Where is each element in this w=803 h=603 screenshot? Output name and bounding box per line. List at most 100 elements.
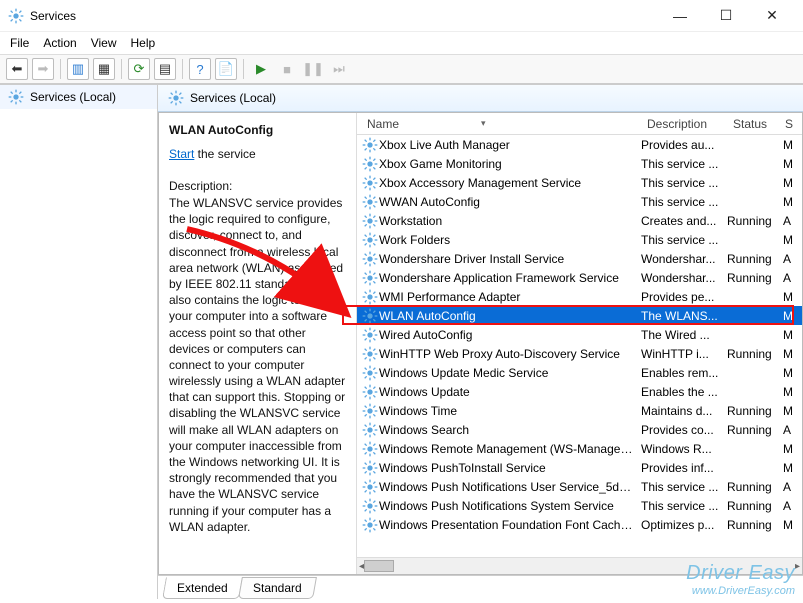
table-row[interactable]: Windows Push Notifications System Servic…	[357, 496, 802, 515]
menu-file[interactable]: File	[10, 36, 29, 50]
table-row[interactable]: Windows Presentation Foundation Font Cac…	[357, 515, 802, 534]
table-row[interactable]: Work FoldersThis service ...M	[357, 230, 802, 249]
pane-header: Services (Local)	[158, 85, 803, 112]
table-row[interactable]: Xbox Live Auth ManagerProvides au...M	[357, 135, 802, 154]
cell-startup: M	[783, 176, 795, 190]
cell-status: Running	[727, 347, 783, 361]
service-gear-icon	[361, 460, 379, 476]
cell-startup: M	[783, 347, 795, 361]
cell-startup: M	[783, 290, 795, 304]
export-list-button[interactable]: ▤	[154, 58, 176, 80]
stop-service-button[interactable]: ■	[276, 58, 298, 80]
minimize-button[interactable]: —	[657, 1, 703, 31]
properties-button[interactable]: ▦	[93, 58, 115, 80]
cell-startup: A	[783, 499, 795, 513]
cell-name: WinHTTP Web Proxy Auto-Discovery Service	[379, 347, 641, 361]
pause-service-button[interactable]: ❚❚	[302, 58, 324, 80]
start-service-link[interactable]: Start	[169, 147, 194, 161]
pane-header-label: Services (Local)	[190, 91, 276, 105]
table-row[interactable]: Windows Remote Management (WS-Manageme..…	[357, 439, 802, 458]
table-row[interactable]: Windows TimeMaintains d...RunningM	[357, 401, 802, 420]
cell-description: Provides pe...	[641, 290, 727, 304]
nav-forward-button[interactable]: ➡	[32, 58, 54, 80]
cell-name: Windows PushToInstall Service	[379, 461, 641, 475]
cell-startup: M	[783, 328, 795, 342]
table-row[interactable]: Windows PushToInstall ServiceProvides in…	[357, 458, 802, 477]
close-button[interactable]: ✕	[749, 1, 795, 31]
table-row[interactable]: Windows Update Medic ServiceEnables rem.…	[357, 363, 802, 382]
cell-description: The Wired ...	[641, 328, 727, 342]
table-row[interactable]: WLAN AutoConfigThe WLANS...M	[357, 306, 802, 325]
service-list: Name ▾ Description Status S Xbox Live Au…	[357, 113, 802, 574]
table-row[interactable]: WWAN AutoConfigThis service ...M	[357, 192, 802, 211]
title-bar: Services — ☐ ✕	[0, 0, 803, 32]
service-gear-icon	[361, 175, 379, 191]
column-header-startup[interactable]: S	[783, 115, 797, 133]
cell-name: Xbox Live Auth Manager	[379, 138, 641, 152]
column-header-description[interactable]: Description	[641, 115, 727, 133]
table-row[interactable]: Windows Push Notifications User Service_…	[357, 477, 802, 496]
table-row[interactable]: WMI Performance AdapterProvides pe...M	[357, 287, 802, 306]
tab-standard[interactable]: Standard	[238, 577, 317, 599]
refresh-button[interactable]: ⟳	[128, 58, 150, 80]
tab-extended-label: Extended	[177, 581, 228, 595]
table-row[interactable]: Wondershare Application Framework Servic…	[357, 268, 802, 287]
menu-view[interactable]: View	[91, 36, 117, 50]
cell-description: This service ...	[641, 195, 727, 209]
help-topics-button[interactable]: 📄	[215, 58, 237, 80]
table-row[interactable]: Windows UpdateEnables the ...M	[357, 382, 802, 401]
column-header-status[interactable]: Status	[727, 115, 783, 133]
cell-status: Running	[727, 404, 783, 418]
cell-startup: M	[783, 233, 795, 247]
cell-name: Workstation	[379, 214, 641, 228]
description-text: The WLANSVC service provides the logic r…	[169, 195, 346, 535]
table-row[interactable]: Wired AutoConfigThe Wired ... M	[357, 325, 802, 344]
menu-help[interactable]: Help	[131, 36, 156, 50]
cell-name: Work Folders	[379, 233, 641, 247]
cell-name: Windows Time	[379, 404, 641, 418]
start-service-button[interactable]: ▶	[250, 58, 272, 80]
scroll-right-icon[interactable]: ▸	[795, 561, 800, 572]
window-title: Services	[30, 9, 657, 23]
cell-name: WWAN AutoConfig	[379, 195, 641, 209]
table-row[interactable]: Windows SearchProvides co...RunningA	[357, 420, 802, 439]
table-row[interactable]: WinHTTP Web Proxy Auto-Discovery Service…	[357, 344, 802, 363]
table-row[interactable]: Xbox Accessory Management ServiceThis se…	[357, 173, 802, 192]
service-gear-icon	[361, 308, 379, 324]
scroll-thumb[interactable]	[364, 560, 394, 572]
service-gear-icon	[361, 213, 379, 229]
service-gear-icon	[361, 289, 379, 305]
restart-service-button[interactable]: ⏭	[328, 58, 350, 80]
gear-icon	[168, 90, 184, 106]
service-info-panel: WLAN AutoConfig Start the service Descri…	[159, 113, 357, 574]
help-button[interactable]: ?	[189, 58, 211, 80]
navigation-tree: Services (Local)	[0, 85, 158, 599]
cell-status: Running	[727, 252, 783, 266]
tree-node-services-local[interactable]: Services (Local)	[0, 85, 157, 109]
cell-startup: A	[783, 480, 795, 494]
start-service-line: Start the service	[169, 147, 346, 161]
cell-startup: A	[783, 271, 795, 285]
maximize-button[interactable]: ☐	[703, 1, 749, 31]
nav-back-button[interactable]: ⬅	[6, 58, 28, 80]
view-tabs: Extended Standard	[158, 575, 803, 599]
horizontal-scrollbar[interactable]: ◂ ▸	[357, 557, 802, 574]
menu-action[interactable]: Action	[43, 36, 76, 50]
table-row[interactable]: Wondershare Driver Install ServiceWonder…	[357, 249, 802, 268]
service-gear-icon	[361, 517, 379, 533]
table-row[interactable]: Xbox Game MonitoringThis service ...M	[357, 154, 802, 173]
toolbar-separator	[243, 59, 244, 79]
panel-body: WLAN AutoConfig Start the service Descri…	[158, 112, 803, 575]
cell-description: WinHTTP i...	[641, 347, 727, 361]
show-hide-tree-button[interactable]: ▥	[67, 58, 89, 80]
cell-description: Provides au...	[641, 138, 727, 152]
tab-extended[interactable]: Extended	[162, 577, 243, 599]
cell-description: Wondershar...	[641, 252, 727, 266]
cell-startup: M	[783, 442, 795, 456]
toolbar-separator	[121, 59, 122, 79]
cell-name: Windows Push Notifications System Servic…	[379, 499, 641, 513]
column-header-name[interactable]: Name ▾	[361, 115, 641, 133]
table-row[interactable]: WorkstationCreates and...RunningA	[357, 211, 802, 230]
cell-description: Windows R...	[641, 442, 727, 456]
cell-name: Wired AutoConfig	[379, 328, 641, 342]
